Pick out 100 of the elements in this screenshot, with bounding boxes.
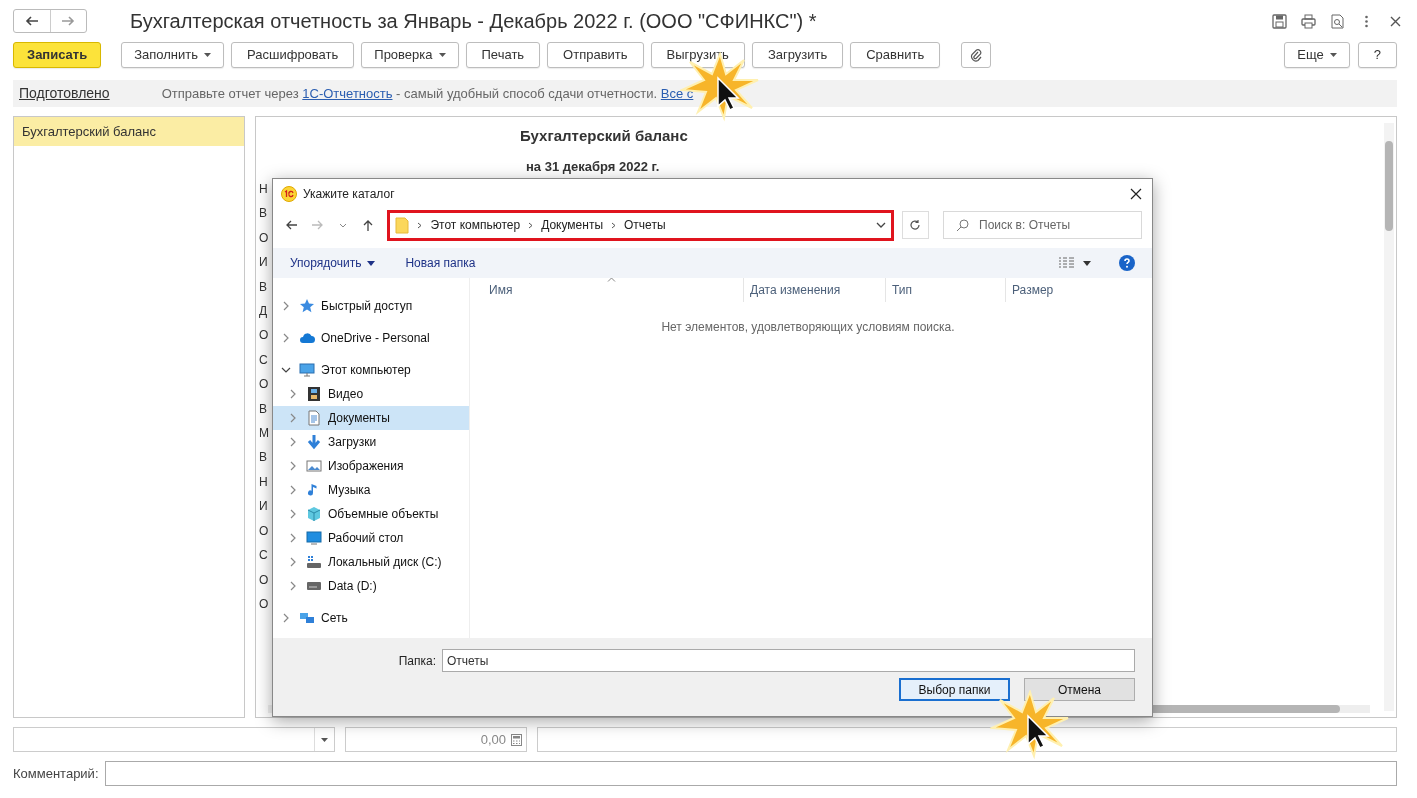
command-button[interactable]: Новая папка [405,254,476,272]
toolbar-button[interactable]: Еще [1284,42,1350,68]
attach-button[interactable] [961,42,992,68]
close-button[interactable] [1130,187,1142,200]
tree-item[interactable]: Загрузки [273,430,469,454]
view-options-button[interactable] [1058,257,1091,269]
tree-item[interactable]: Объемные объекты [273,502,469,526]
dialog-button[interactable]: Отмена [1024,678,1135,701]
document-text: О [259,328,269,344]
path-segment[interactable]: Отчеты [624,216,666,234]
cube-icon [306,506,322,522]
collapsed-chevron-icon [288,533,298,543]
collapsed-chevron-icon [288,413,298,423]
tree-item[interactable]: Data (D:) [273,574,469,598]
comment-label: Комментарий: [13,764,99,783]
tree-label: Сеть [321,610,348,627]
tree-item[interactable]: Рабочий стол [273,526,469,550]
dropdown-chevron-icon [875,222,886,228]
toolbar-button[interactable]: Расшифровать [231,42,355,68]
tree-label: Видео [328,386,364,403]
dialog-button[interactable]: Выбор папки [899,678,1010,701]
tree-item[interactable]: Музыка [273,478,469,502]
service-link[interactable]: 1С-Отчетность [302,85,393,101]
save-button[interactable] [1272,13,1287,29]
toolbar-button[interactable]: Выгрузить [650,42,745,68]
tree-item[interactable]: Быстрый доступ [273,294,469,318]
document-text: Д [259,304,268,320]
document-text: Н [259,474,268,490]
tree-label: Этот компьютер [321,362,411,379]
collapsed-chevron-icon [281,613,291,623]
help-icon [1119,255,1135,271]
tree-label: Изображения [328,458,404,475]
document-text: О [259,572,269,588]
tree-item[interactable]: Изображения [273,454,469,478]
column-header[interactable]: Размер [1005,278,1085,302]
search-input[interactable]: Поиск в: Отчеты [979,216,1129,234]
sort-ascending-icon [607,277,616,282]
document-title: Бухгалтерский баланс [519,126,689,146]
caret-icon [204,53,212,57]
vertical-scrollbar[interactable] [1384,123,1394,711]
toolbar-button[interactable]: Печать [465,42,541,68]
tree-item[interactable]: Сеть [273,606,469,630]
sidebar-item[interactable]: Бухгалтерский баланс [14,117,244,146]
tree-label: Рабочий стол [328,530,404,547]
document-text: И [259,255,268,271]
folder-field[interactable]: Отчеты [442,649,1135,672]
command-button[interactable]: Упорядочить [290,254,376,272]
expanded-chevron-icon [281,365,291,375]
help-button[interactable] [1119,255,1135,271]
preview-button[interactable] [1330,13,1345,29]
monitor-icon [299,362,315,378]
toolbar-button[interactable]: Загрузить [751,42,844,68]
toolbar-button[interactable]: ? [1357,42,1397,68]
status-link[interactable]: Подготовлено [19,83,110,104]
tree-item[interactable]: Этот компьютер [273,358,469,382]
print-button[interactable] [1301,13,1316,29]
more-link[interactable]: Все с [660,85,694,101]
toolbar-button[interactable]: Заполнить [121,42,225,68]
amount-value: 0,00 [480,730,507,749]
info-message: Отправьте отчет через 1С-Отчетность - самый удобный способ сдачи отчетности. Все с [161,84,694,103]
amount-field[interactable]: 0,00 [345,727,527,752]
empty-message: Нет элементов, удовлетворяющих условиям поиска. [660,319,956,336]
film-icon [306,386,322,402]
column-header[interactable]: Тип [885,278,1005,302]
document-text: С [259,548,268,564]
toolbar-button[interactable]: Проверка [361,42,459,68]
address-bar[interactable]: Этот компьютер Документы Отчеты [387,209,894,241]
path-segment[interactable]: Документы [541,216,604,234]
tree-item[interactable]: Документы [273,406,469,430]
collapsed-chevron-icon [288,389,298,399]
calculator-icon [511,733,522,746]
tree-item[interactable]: OneDrive - Personal [273,326,469,350]
column-header[interactable]: Имя [487,278,743,302]
tree-item[interactable]: Видео [273,382,469,406]
tree-item[interactable]: Локальный диск (C:) [273,550,469,574]
collapsed-chevron-icon [281,333,291,343]
refresh-button[interactable] [901,211,929,239]
tree-label: Локальный диск (C:) [328,554,442,571]
document-text: М [259,426,269,442]
text-field[interactable] [537,727,1397,752]
document-text: В [259,279,267,295]
dropdown-field[interactable] [13,727,335,752]
collapsed-chevron-icon [281,301,291,311]
back-arrow-icon [24,16,39,26]
document-text: О [259,230,269,246]
column-header[interactable]: Дата изменения [743,278,885,302]
network-icon [299,610,315,626]
path-segment[interactable]: Этот компьютер [430,216,521,234]
search-field[interactable]: Поиск в: Отчеты [943,211,1142,239]
toolbar-button[interactable]: Записать [13,42,102,68]
close-icon [1130,187,1142,200]
toolbar-button[interactable]: Сравнить [850,42,941,68]
toolbar-button[interactable]: Отправить [547,42,644,68]
paperclip-icon [970,48,983,62]
document-text: В [259,401,267,417]
chevron-icon [528,221,534,229]
tree-label: Музыка [328,482,371,499]
tree-label: Объемные объекты [328,506,439,523]
caret-icon [438,53,446,57]
comment-field[interactable] [104,761,1397,786]
